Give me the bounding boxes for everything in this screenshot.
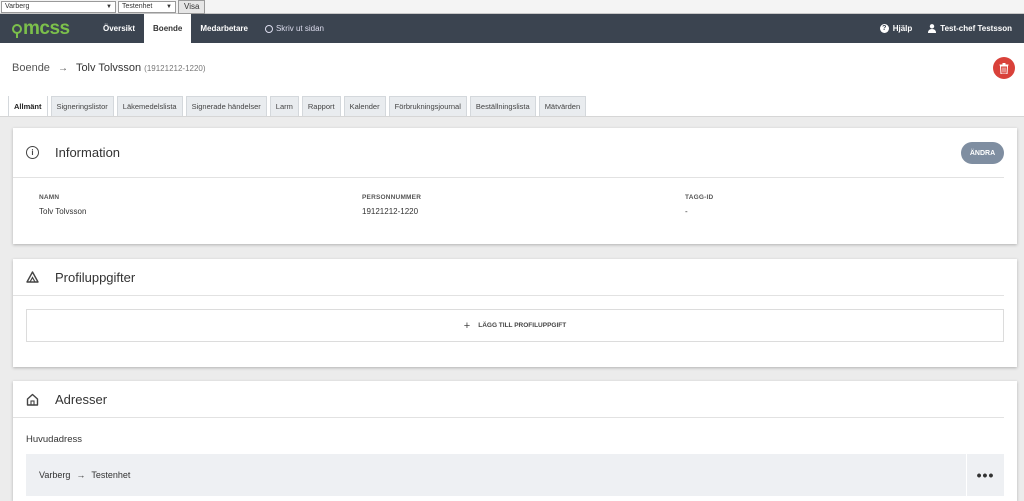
- user-label: Test-chef Testsson: [940, 24, 1012, 33]
- unit-select[interactable]: Varberg ▼: [1, 0, 116, 13]
- print-page-link[interactable]: Skriv ut sidan: [257, 14, 332, 43]
- addresses-title: Adresser: [55, 391, 108, 407]
- resident-personnummer: (19121212-1220): [144, 64, 206, 73]
- address-from: Varberg: [39, 470, 71, 480]
- chevron-down-icon: ▼: [106, 3, 112, 10]
- help-icon: ?: [879, 24, 889, 33]
- tab-signeringslistor[interactable]: Signeringslistor: [50, 96, 114, 116]
- user-menu[interactable]: Test-chef Testsson: [928, 24, 1012, 33]
- nav-item-boende[interactable]: Boende: [144, 14, 192, 43]
- address-to: Testenhet: [91, 470, 131, 480]
- tab-kalender[interactable]: Kalender: [343, 96, 386, 116]
- location-pin-icon: [12, 23, 22, 38]
- nav-item-oversikt[interactable]: Översikt: [94, 14, 144, 43]
- home-icon: [26, 393, 39, 406]
- top-selector-bar: Varberg ▼ Testenhet ▼ Visa: [0, 0, 1024, 14]
- arrow-right-icon: →: [57, 63, 68, 74]
- field-name: NAMN Tolv Tolvsson: [39, 194, 362, 216]
- resident-tabs: Allmänt Signeringslistor Läkemedelslista…: [0, 95, 1024, 117]
- logo-text: mcss: [23, 17, 70, 39]
- trash-icon: [999, 62, 1009, 74]
- nav-item-medarbetare[interactable]: Medarbetare: [191, 14, 257, 43]
- help-label: Hjälp: [892, 24, 913, 33]
- tab-rapport[interactable]: Rapport: [301, 96, 341, 116]
- field-value: -: [685, 207, 688, 216]
- breadcrumb-parent[interactable]: Boende: [12, 62, 50, 74]
- tab-allmant[interactable]: Allmänt: [8, 95, 48, 116]
- plus-icon: +: [463, 319, 471, 332]
- tab-larm[interactable]: Larm: [269, 96, 299, 116]
- subunit-select-value: Testenhet: [122, 3, 153, 10]
- more-options-button[interactable]: •••: [966, 454, 1004, 496]
- field-value: 19121212-1220: [362, 207, 419, 216]
- print-page-label: Skriv ut sidan: [275, 24, 324, 33]
- profile-title: Profiluppgifter: [55, 269, 136, 285]
- tab-signerade-handelser[interactable]: Signerade händelser: [185, 96, 267, 116]
- print-icon: [264, 24, 273, 33]
- main-address-heading: Huvudadress: [26, 434, 82, 445]
- add-profile-label: LÄGG TILL PROFILUPPGIFT: [478, 322, 567, 329]
- profile-card: Profiluppgifter + LÄGG TILL PROFILUPPGIF…: [13, 259, 1017, 367]
- field-personnummer: PERSONNUMMER 19121212-1220: [362, 194, 685, 216]
- field-label: PERSONNUMMER: [362, 194, 422, 201]
- arrow-right-icon: →: [76, 470, 86, 480]
- triangle-icon: [26, 271, 39, 283]
- show-button[interactable]: Visa: [178, 0, 206, 14]
- delete-button[interactable]: [993, 57, 1015, 79]
- information-title: Information: [55, 145, 121, 160]
- help-link[interactable]: ? Hjälp: [879, 24, 913, 33]
- information-card: i Information ÄNDRA NAMN Tolv Tolvsson P…: [13, 128, 1017, 244]
- user-icon: [928, 24, 937, 33]
- field-tagg-id: TAGG-ID -: [685, 194, 1008, 216]
- field-label: TAGG-ID: [685, 194, 714, 201]
- logo[interactable]: mcss: [0, 14, 94, 43]
- addresses-card: Adresser Huvudadress Varberg → Testenhet…: [13, 381, 1017, 501]
- chevron-down-icon: ▼: [166, 3, 172, 10]
- address-row[interactable]: Varberg → Testenhet •••: [26, 454, 1004, 496]
- field-value: Tolv Tolvsson: [39, 207, 87, 216]
- subunit-select[interactable]: Testenhet ▼: [118, 0, 176, 13]
- breadcrumb: Boende → Tolv Tolvsson (19121212-1220): [12, 62, 206, 74]
- page-header: Boende → Tolv Tolvsson (19121212-1220): [0, 43, 1024, 96]
- main-navbar: mcss Översikt Boende Medarbetare Skriv u…: [0, 14, 1024, 43]
- tab-lakemedelslista[interactable]: Läkemedelslista: [116, 96, 183, 116]
- unit-select-value: Varberg: [5, 3, 30, 10]
- tab-bestallningslista[interactable]: Beställningslista: [469, 96, 536, 116]
- field-label: NAMN: [39, 194, 60, 201]
- resident-name: Tolv Tolvsson: [75, 62, 142, 74]
- tab-forbrukningsjournal[interactable]: Förbrukningsjournal: [388, 96, 467, 116]
- edit-button[interactable]: ÄNDRA: [961, 142, 1004, 164]
- tab-matvarden[interactable]: Mätvärden: [538, 96, 587, 116]
- add-profile-button[interactable]: + LÄGG TILL PROFILUPPGIFT: [26, 309, 1004, 342]
- info-icon: i: [26, 146, 39, 159]
